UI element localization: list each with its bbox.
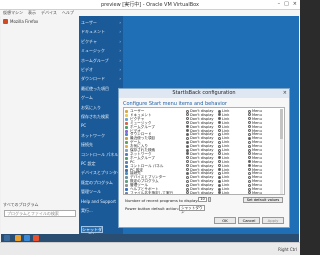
status-bar: Right Ctrl bbox=[0, 242, 300, 255]
start-button[interactable] bbox=[4, 235, 10, 241]
shutdown-button[interactable]: シャットダウン bbox=[81, 226, 103, 237]
chevron-right-icon: › bbox=[119, 38, 121, 44]
set-defaults-button[interactable]: Set default values bbox=[243, 197, 283, 203]
start-menu-item-label: ビデオ bbox=[81, 67, 93, 72]
start-menu-item-label: PC bbox=[81, 123, 87, 129]
radio-icon bbox=[186, 191, 189, 194]
start-menu-item-label: ホームグループ bbox=[81, 57, 109, 63]
start-menu-item[interactable]: ピクチャ › bbox=[81, 39, 121, 45]
start-menu-item[interactable]: 保存された検索› bbox=[81, 114, 121, 120]
start-menu-item[interactable]: ミュージック › bbox=[81, 48, 121, 54]
start-menu-item-label: 保存された検索 bbox=[81, 114, 109, 119]
start-menu-item[interactable]: デバイスとプリンター› bbox=[81, 170, 121, 176]
pinned-program-label: Mozilla Firefox bbox=[10, 18, 39, 24]
start-menu-item[interactable]: 管理ツール› bbox=[81, 189, 121, 195]
start-menu-item-label: ゲーム bbox=[81, 95, 93, 101]
start-menu-item-label: 最近使った項目 bbox=[81, 85, 109, 91]
start-menu-item-label: 管理ツール bbox=[81, 189, 101, 195]
firefox-icon bbox=[3, 18, 8, 24]
start-menu-item-label: ピクチャ bbox=[81, 38, 97, 44]
start-menu-item[interactable]: 既定のプログラム› bbox=[81, 180, 121, 186]
start-menu-item-label: 接続先 bbox=[81, 142, 93, 148]
display-option-radio[interactable]: Don't display bbox=[186, 190, 214, 195]
recent-programs-label: Number of recent programs to display: bbox=[125, 198, 199, 203]
start-menu-item[interactable]: PC› bbox=[81, 123, 121, 129]
radio-label: Menu bbox=[252, 190, 262, 195]
power-button-label: Power button default action: bbox=[125, 206, 179, 211]
title-bar: preview [実行中] - Oracle VM VirtualBox – □… bbox=[0, 0, 300, 10]
ok-button[interactable]: OK bbox=[214, 217, 236, 224]
pinned-program[interactable]: Mozilla Firefox bbox=[3, 18, 77, 24]
taskbar-app-icon[interactable] bbox=[33, 235, 39, 241]
apply-button[interactable]: Apply bbox=[262, 217, 284, 224]
start-menu-item-label: ダウンロード bbox=[81, 76, 105, 82]
start-menu-item-label: デバイスとプリンター bbox=[81, 170, 121, 176]
search-input[interactable]: プログラムとファイルの検索 bbox=[4, 210, 76, 217]
start-menu-item[interactable]: 最近使った項目› bbox=[81, 86, 121, 92]
cancel-button[interactable]: Cancel bbox=[238, 217, 260, 224]
start-menu-item[interactable]: ホームグループ › bbox=[81, 58, 121, 64]
radio-label: Link bbox=[222, 190, 230, 195]
item-name: ファイル名を指定して実行 bbox=[130, 190, 174, 195]
guest-taskbar bbox=[1, 234, 299, 242]
start-menu-item[interactable]: コントロール パネル› bbox=[81, 152, 121, 158]
chevron-right-icon: › bbox=[119, 67, 121, 72]
host-key-label: Right Ctrl bbox=[278, 247, 297, 252]
item-icon bbox=[125, 191, 128, 194]
list-item: ファイル名を指定して実行 Don't display Link Menu bbox=[124, 190, 284, 195]
radio-icon bbox=[248, 191, 251, 194]
start-menu-item[interactable]: ゲーム› bbox=[81, 95, 121, 101]
recent-programs-spinner[interactable] bbox=[208, 197, 211, 202]
start-menu-item-label: 既定のプログラム bbox=[81, 179, 113, 185]
start-menu-item[interactable]: ビデオ › bbox=[81, 67, 121, 73]
start-menu-item[interactable]: 実行... bbox=[81, 208, 121, 214]
recent-programs-input[interactable]: 10 bbox=[198, 197, 207, 202]
start-menu-item[interactable]: ユーザー › bbox=[81, 20, 121, 26]
start-menu-item-label: ユーザー bbox=[81, 20, 97, 25]
items-list: ユーザー Don't display Link Menu ドキュメント Don't dis… bbox=[123, 107, 285, 195]
dialog-title: StartIsBack configuration bbox=[119, 89, 289, 98]
taskbar-app-icon[interactable] bbox=[24, 235, 30, 241]
start-menu-places-pane: ユーザー › ドキュメント › ピクチャ › ミュージック › ホームグループ › ビデオ › ダウンロ… bbox=[79, 16, 123, 242]
startisback-dialog: StartIsBack configuration × Configure St… bbox=[118, 88, 290, 228]
window-title: preview [実行中] - Oracle VM VirtualBox bbox=[101, 2, 199, 8]
start-menu-item-label: PC 設定 bbox=[81, 161, 96, 166]
all-programs-link[interactable]: すべてのプログラム bbox=[3, 202, 77, 208]
chevron-right-icon: › bbox=[119, 20, 121, 25]
start-menu-item-label: ネットワーク bbox=[81, 132, 105, 138]
start-menu-item-label: ミュージック bbox=[81, 48, 105, 54]
start-menu-item[interactable]: 接続先› bbox=[81, 142, 121, 148]
display-option-radio[interactable]: Link bbox=[218, 190, 230, 195]
taskbar-app-icon[interactable] bbox=[15, 235, 21, 241]
start-menu-item[interactable]: ドキュメント › bbox=[81, 29, 121, 35]
start-menu-item[interactable]: ネットワーク› bbox=[81, 133, 121, 139]
virtualbox-window: preview [実行中] - Oracle VM VirtualBox – □… bbox=[0, 0, 300, 255]
start-menu-item[interactable]: Help and Support bbox=[81, 199, 121, 205]
maximize-button[interactable]: □ bbox=[284, 1, 289, 7]
radio-label: Don't display bbox=[190, 190, 214, 195]
start-menu-item[interactable]: PC 設定› bbox=[81, 161, 121, 167]
start-menu-item-label: コントロール パネル bbox=[81, 151, 119, 157]
chevron-right-icon: › bbox=[119, 29, 121, 35]
start-menu-item-label: お気に入り bbox=[81, 104, 101, 110]
radio-icon bbox=[218, 191, 221, 194]
chevron-right-icon: › bbox=[119, 57, 121, 63]
close-button[interactable]: × bbox=[293, 1, 297, 7]
guest-screen: Mozilla Firefox すべてのプログラム プログラムとファイルの検索 … bbox=[1, 16, 299, 242]
start-menu-item-label: ドキュメント bbox=[81, 29, 105, 35]
power-action-select[interactable]: シャットダウン bbox=[179, 205, 205, 214]
display-option-radio[interactable]: Menu bbox=[248, 190, 262, 195]
chevron-right-icon: › bbox=[119, 76, 121, 82]
start-menu-item[interactable]: お気に入り› bbox=[81, 105, 121, 111]
start-menu-item-label: Help and Support bbox=[81, 198, 116, 204]
window-controls: – □ × bbox=[278, 1, 297, 7]
chevron-right-icon: › bbox=[119, 48, 121, 54]
start-menu-programs-pane: Mozilla Firefox すべてのプログラム プログラムとファイルの検索 bbox=[1, 16, 79, 242]
minimize-button[interactable]: – bbox=[278, 1, 281, 7]
start-menu-item-label: 実行... bbox=[81, 208, 93, 213]
dialog-close-icon[interactable]: × bbox=[283, 90, 287, 96]
start-menu-item[interactable]: ダウンロード › bbox=[81, 76, 121, 82]
